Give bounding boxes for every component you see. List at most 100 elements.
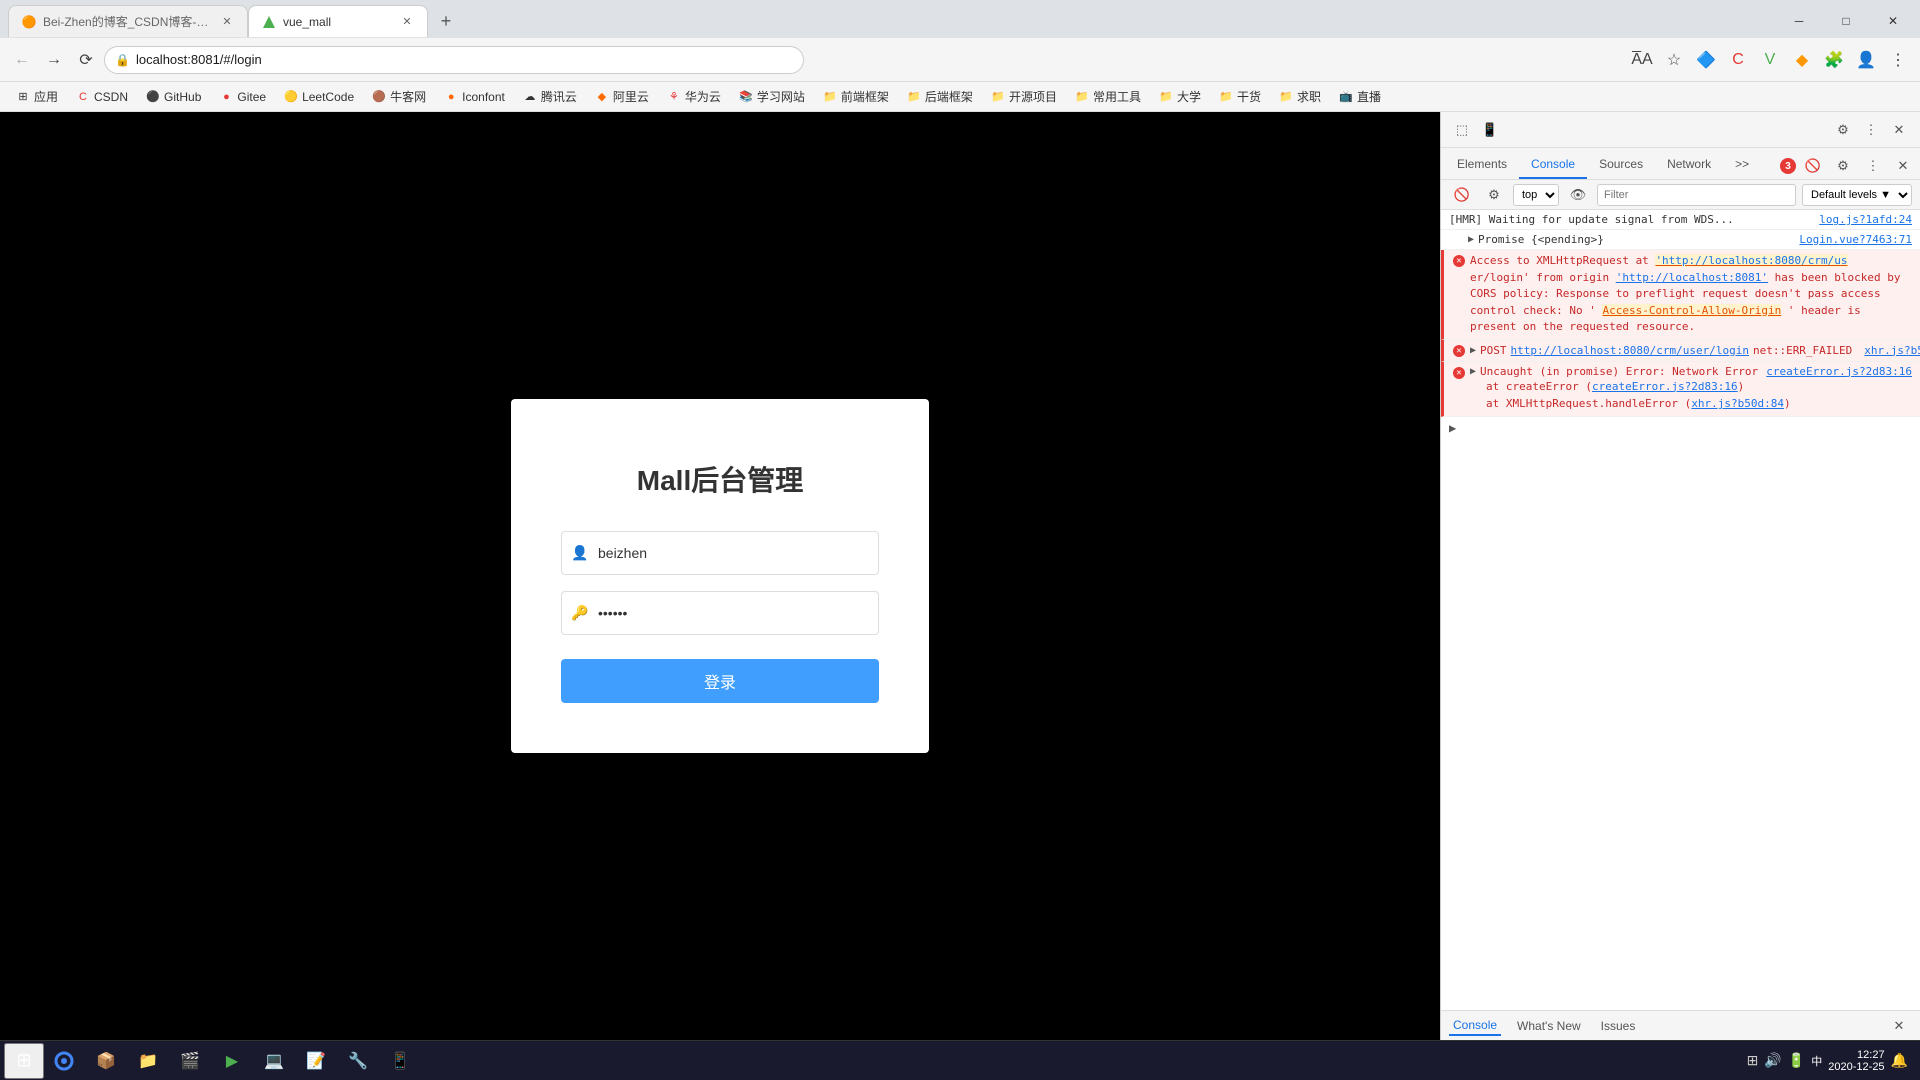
- bookmark-iconfont[interactable]: ● Iconfont: [436, 86, 513, 108]
- console-filter-button[interactable]: ⚙: [1481, 182, 1507, 208]
- promise-source[interactable]: Login.vue?7463:71: [1791, 233, 1912, 246]
- tab-2-close[interactable]: ✕: [399, 14, 415, 30]
- bookmark-opensource[interactable]: 📁 开源项目: [983, 86, 1065, 108]
- bookmark-uni[interactable]: 📁 大学: [1151, 86, 1209, 108]
- forward-button[interactable]: →: [40, 46, 68, 74]
- csdn-favicon: C: [76, 90, 90, 104]
- devtools-dock-button[interactable]: ⚙: [1830, 153, 1856, 179]
- devtools-clear-button[interactable]: 🚫: [1800, 153, 1826, 179]
- tab-1[interactable]: 🟠 Bei-Zhen的博客_CSDN博客-Jav... ✕: [8, 5, 248, 37]
- bookmark-apps[interactable]: ⊞ 应用: [8, 86, 66, 108]
- maximize-button[interactable]: □: [1823, 5, 1869, 37]
- console-prompt[interactable]: ▶: [1441, 417, 1920, 439]
- post-expand[interactable]: ▶: [1470, 345, 1476, 356]
- console-filter-input[interactable]: [1597, 184, 1796, 206]
- devtools-more-button[interactable]: ⋮: [1858, 117, 1884, 143]
- bookmark-study[interactable]: 📚 学习网站: [731, 86, 813, 108]
- minimize-button[interactable]: ─: [1776, 5, 1822, 37]
- devtools-device-button[interactable]: 📱: [1477, 117, 1503, 143]
- back-button[interactable]: ←: [8, 46, 36, 74]
- bookmark-live[interactable]: 📺 直播: [1331, 86, 1389, 108]
- taskbar-music[interactable]: ▶: [212, 1043, 252, 1079]
- username-input[interactable]: [561, 531, 879, 575]
- aliyun-label: 阿里云: [613, 88, 649, 105]
- notification-icon[interactable]: 🔔: [1891, 1052, 1908, 1069]
- bookmark-gitee[interactable]: ● Gitee: [211, 86, 274, 108]
- network-source[interactable]: createError.js?2d83:16: [1758, 365, 1912, 378]
- network-icon[interactable]: ⊞: [1747, 1052, 1759, 1069]
- menu-button[interactable]: ⋮: [1884, 46, 1912, 74]
- tab-1-close[interactable]: ✕: [219, 14, 235, 30]
- taskbar-chrome[interactable]: [44, 1043, 84, 1079]
- tab-2[interactable]: vue_mall ✕: [248, 5, 428, 37]
- start-button[interactable]: ⊞: [4, 1043, 44, 1079]
- bookmark-huawei[interactable]: ⚘ 华为云: [659, 86, 729, 108]
- tab-network[interactable]: Network: [1655, 151, 1723, 179]
- post-link[interactable]: http://localhost:8080/crm/user/login: [1511, 344, 1749, 357]
- bookmark-be[interactable]: 📁 后端框架: [899, 86, 981, 108]
- translate-button[interactable]: A̅A: [1628, 46, 1656, 74]
- ext1-button[interactable]: 🔷: [1692, 46, 1720, 74]
- lang-icon[interactable]: 中: [1811, 1053, 1822, 1069]
- bookmark-github[interactable]: ⚫ GitHub: [138, 86, 209, 108]
- address-bar[interactable]: 🔒 localhost:8081/#/login: [104, 46, 804, 74]
- taskbar-time[interactable]: 12:27 2020-12-25: [1828, 1049, 1884, 1073]
- network-expand[interactable]: ▶: [1470, 366, 1476, 377]
- ext4-button[interactable]: ◆: [1788, 46, 1816, 74]
- ext2-button[interactable]: C: [1724, 46, 1752, 74]
- taskbar-tools[interactable]: 🔧: [338, 1043, 378, 1079]
- ext3-button[interactable]: V: [1756, 46, 1784, 74]
- hmr-source[interactable]: log.js?1afd:24: [1811, 213, 1912, 226]
- devtools-close-button[interactable]: ✕: [1886, 117, 1912, 143]
- taskbar-editor[interactable]: 📝: [296, 1043, 336, 1079]
- reload-button[interactable]: ⟳: [72, 46, 100, 74]
- tab-console[interactable]: Console: [1519, 151, 1587, 179]
- tab-elements[interactable]: Elements: [1445, 151, 1519, 179]
- bookmark-leetcode[interactable]: 🟡 LeetCode: [276, 86, 362, 108]
- taskbar-dev[interactable]: 💻: [254, 1043, 294, 1079]
- devtools-inspect-button[interactable]: ⬚: [1449, 117, 1475, 143]
- bookmark-fe[interactable]: 📁 前端框架: [815, 86, 897, 108]
- console-clear-button[interactable]: 🚫: [1449, 182, 1475, 208]
- new-tab-button[interactable]: +: [432, 7, 460, 35]
- xhr-link[interactable]: xhr.js?b50d:84: [1691, 397, 1784, 410]
- bookmark-csdn[interactable]: C CSDN: [68, 86, 136, 108]
- cors-origin-link[interactable]: 'http://localhost:8081': [1616, 271, 1768, 284]
- bookmark-tencent[interactable]: ☁ 腾讯云: [515, 86, 585, 108]
- taskbar-app2[interactable]: 📦: [86, 1043, 126, 1079]
- bookmark-tools[interactable]: 📁 常用工具: [1067, 86, 1149, 108]
- tab-sources[interactable]: Sources: [1587, 151, 1655, 179]
- bottom-tab-console[interactable]: Console: [1449, 1016, 1501, 1036]
- bookmark-button[interactable]: ☆: [1660, 46, 1688, 74]
- log-level-select[interactable]: Default levels ▼: [1802, 184, 1912, 206]
- extensions-button[interactable]: 🧩: [1820, 46, 1848, 74]
- devtools-close2-button[interactable]: ✕: [1890, 153, 1916, 179]
- bottom-close-button[interactable]: ✕: [1886, 1013, 1912, 1039]
- context-select[interactable]: top: [1513, 184, 1559, 206]
- taskbar-explorer[interactable]: 📁: [128, 1043, 168, 1079]
- tab-more[interactable]: >>: [1723, 151, 1761, 179]
- create-error-link[interactable]: createError.js?2d83:16: [1592, 380, 1738, 393]
- bottom-tab-issues[interactable]: Issues: [1597, 1017, 1640, 1035]
- devtools-more2-button[interactable]: ⋮: [1860, 153, 1886, 179]
- account-button[interactable]: 👤: [1852, 46, 1880, 74]
- taskbar-media[interactable]: 🎬: [170, 1043, 210, 1079]
- taskbar-apps: 📦 📁 🎬 ▶ 💻 📝 🔧 📱: [44, 1043, 1739, 1079]
- bookmark-aliyun[interactable]: ◆ 阿里云: [587, 86, 657, 108]
- bookmark-niuke[interactable]: 🟤 牛客网: [364, 86, 434, 108]
- bookmark-guide[interactable]: 📁 干货: [1211, 86, 1269, 108]
- battery-icon[interactable]: 🔋: [1788, 1052, 1805, 1069]
- password-input[interactable]: [561, 591, 879, 635]
- cors-header-link[interactable]: Access-Control-Allow-Origin: [1602, 304, 1781, 317]
- bottom-tab-whatsnew[interactable]: What's New: [1513, 1017, 1585, 1035]
- login-button[interactable]: 登录: [561, 659, 879, 703]
- cors-link1[interactable]: 'http://localhost:8080/crm/us: [1655, 254, 1847, 267]
- taskbar-phone[interactable]: 📱: [380, 1043, 420, 1079]
- close-button[interactable]: ✕: [1870, 5, 1916, 37]
- eye-button[interactable]: 👁: [1565, 182, 1591, 208]
- volume-icon[interactable]: 🔊: [1764, 1052, 1781, 1069]
- post-source[interactable]: xhr.js?b50d:177: [1856, 344, 1920, 357]
- devtools-settings-button[interactable]: ⚙: [1830, 117, 1856, 143]
- promise-expand[interactable]: ▶: [1468, 234, 1474, 245]
- bookmark-job[interactable]: 📁 求职: [1271, 86, 1329, 108]
